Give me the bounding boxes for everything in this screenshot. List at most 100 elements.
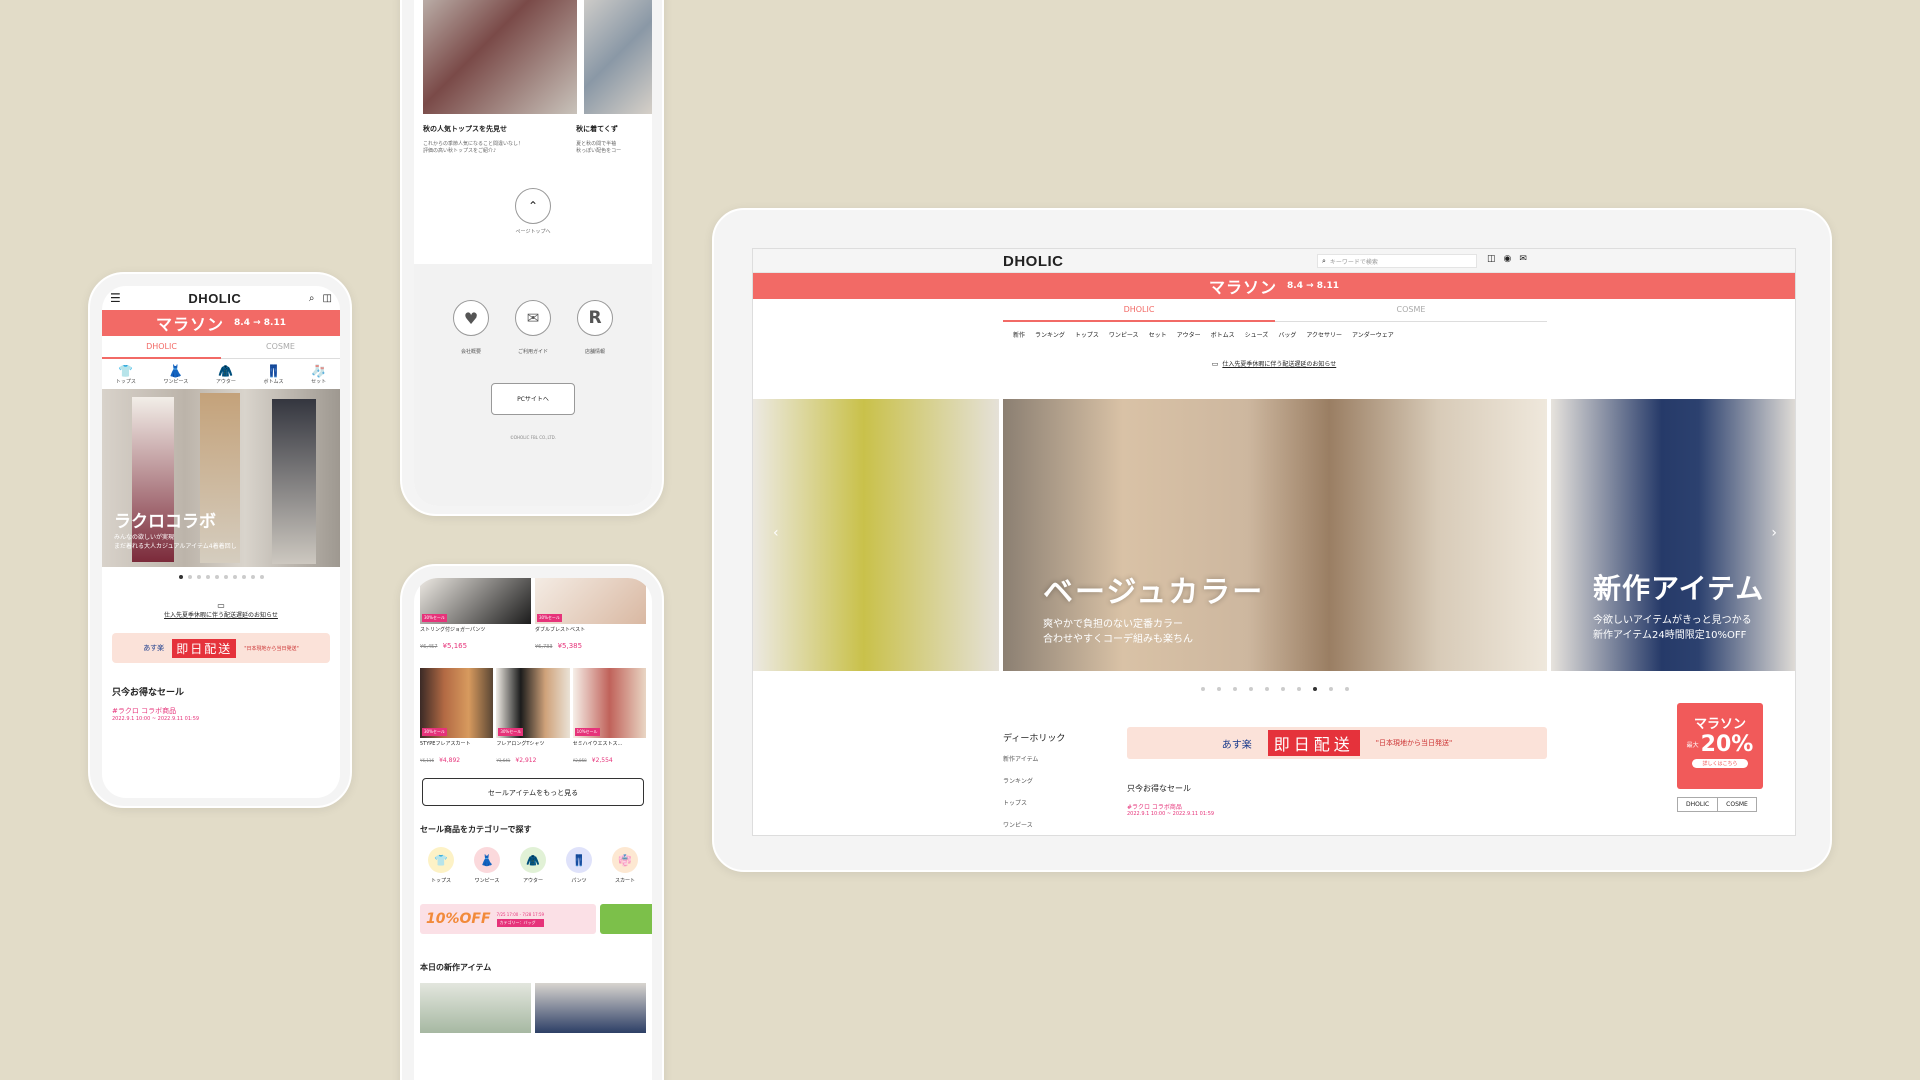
side-link[interactable]: トップス (1003, 798, 1065, 807)
footer-link[interactable]: ✉ ご利用ガイド (515, 300, 551, 355)
pc-site-button[interactable]: PCサイトへ (491, 383, 575, 415)
nav-item[interactable]: トップス (1075, 330, 1099, 339)
sale-category[interactable]: 👖 パンツ (566, 847, 592, 884)
product-image[interactable] (535, 983, 646, 1033)
carousel-dots[interactable] (753, 687, 1795, 691)
tab-dholic[interactable]: DHOLIC (102, 336, 221, 359)
menu-icon[interactable]: ☰ (110, 291, 121, 305)
product-image[interactable]: 10%セール (572, 668, 646, 738)
tab-cosme[interactable]: COSME (1275, 299, 1547, 322)
sale-category[interactable]: 👘 スカート (612, 847, 638, 884)
slide-image[interactable]: ベージュカラー 爽やかで負担のない定番カラー 合わせやすくコーデ組みも楽ちん (1003, 399, 1547, 671)
product-image[interactable]: 30%セール (420, 578, 531, 624)
article-desc: 秋っぽい配色をコー (576, 148, 622, 154)
chevron-right-icon[interactable]: › (1771, 525, 1777, 541)
search-box[interactable]: ⌕ キーワードで検索 (1317, 254, 1477, 268)
hero-subtitle-1: 爽やかで負担のない定番カラー (1043, 619, 1183, 630)
coupon-banner[interactable]: 10%OFF 7/25 17:00 - 7/28 17:59 カテゴリー：バッグ (420, 904, 596, 934)
tab-dholic[interactable]: DHOLIC (1003, 299, 1275, 322)
sale-heading: 只今お得なセール (112, 688, 185, 698)
notice[interactable]: ▭ 仕入先夏季休暇に伴う配送遅延のお知らせ (753, 359, 1795, 369)
side-link[interactable]: ランキング (1003, 776, 1065, 785)
product-image[interactable]: 30%セール (535, 578, 646, 624)
product-card[interactable]: フレアロングTシャツ ¥3,641 ¥2,912 (496, 740, 569, 766)
article-photo[interactable] (584, 0, 652, 114)
nav-item[interactable]: 新作 (1013, 330, 1025, 339)
brand-logo[interactable]: DHOLIC (188, 291, 241, 306)
nav-item[interactable]: ボトムス (1211, 330, 1235, 339)
search-icon[interactable]: ⌕ (309, 293, 315, 304)
product-image[interactable]: 30%セール (496, 668, 570, 738)
product-image[interactable]: 30%セール (420, 668, 494, 738)
product-card[interactable]: 5TYPEフレアスカート ¥6,116 ¥4,892 (420, 740, 493, 766)
chevron-up-icon[interactable]: ⌃ (515, 188, 551, 224)
notice-link[interactable]: 仕入先夏季休暇に伴う配送遅延のお知らせ (1222, 359, 1336, 368)
account-icon[interactable]: ◉ (1504, 254, 1512, 264)
category-item[interactable]: 🧥 アウター (216, 364, 236, 385)
hero-banner[interactable]: ラクロコラボ みんなの欲しいが実現 まだ着れる大人カジュアルアイテム4着着回し (102, 389, 340, 567)
category-item[interactable]: 👗 ワンピース (163, 364, 188, 385)
coat-icon: 🧥 (218, 364, 234, 378)
bag-icon[interactable]: ◫ (323, 293, 332, 304)
tablet-header: DHOLIC ⌕ キーワードで検索 ◫ ◉ ✉ (753, 249, 1795, 273)
notice-link[interactable]: 仕入先夏季休暇に伴う配送遅延のお知らせ (102, 610, 340, 619)
page-top[interactable]: ⌃ ページトップへ (414, 188, 652, 235)
category-item[interactable]: 👕 トップス (116, 364, 136, 385)
hero-subtitle-2: まだ着れる大人カジュアルアイテム4着着回し (114, 543, 237, 550)
product-image[interactable] (420, 983, 531, 1033)
nav-item[interactable]: アンダーウェア (1352, 330, 1394, 339)
category-item[interactable]: 🧦 セット (311, 364, 326, 385)
nav-item[interactable]: セット (1149, 330, 1167, 339)
footer-link[interactable]: ♥ 会社概要 (453, 300, 489, 355)
article-card[interactable]: 秋の人気トップスを先見せ これからの季節人気になること間違いなし！ 評価の高い秋… (423, 124, 570, 154)
tab-cosme[interactable]: COSME (221, 336, 340, 359)
notice[interactable]: ▭ 仕入先夏季休暇に伴う配送遅延のお知らせ (102, 601, 340, 619)
sale-tag[interactable]: #ラクロ コラボ商品 (1127, 802, 1214, 811)
chevron-left-icon[interactable]: ‹ (773, 525, 779, 541)
product-card[interactable]: セミハイウエストス... ¥2,858 ¥2,554 (573, 740, 646, 766)
nav-item[interactable]: バッグ (1278, 330, 1296, 339)
same-day-banner[interactable]: あす楽 即日配送 "日本現地から当日発送" (112, 633, 330, 663)
side-link[interactable]: ワンピース (1003, 820, 1065, 829)
side-link[interactable]: 新作アイテム (1003, 754, 1065, 763)
mail-icon[interactable]: ✉ (1519, 254, 1527, 264)
nav-item[interactable]: シューズ (1245, 330, 1269, 339)
slide-image[interactable] (753, 399, 999, 671)
category-label: アウター (522, 878, 543, 884)
tops-icon: 👕 (428, 847, 454, 873)
same-day-banner[interactable]: あす楽 即日配送 "日本現地から当日発送" (1127, 727, 1547, 759)
switch-cosme[interactable]: COSME (1718, 797, 1757, 812)
article-card[interactable]: 秋に着てくず 夏と秋の間で半袖 秋っぽい配色をコー (576, 124, 643, 154)
footer-link[interactable]: R 店舗情報 (577, 300, 613, 355)
marathon-banner[interactable]: マラソン 8.4 → 8.11 (753, 273, 1795, 299)
category-label: アウター (215, 379, 236, 385)
banner-note: "日本現地から当日発送" (1375, 739, 1453, 747)
nav-item[interactable]: アウター (1177, 330, 1201, 339)
nav-item[interactable]: ランキング (1035, 330, 1065, 339)
sale-tag[interactable]: #ラクロ コラボ商品 (112, 706, 330, 716)
marathon-badge[interactable]: マラソン 最大 20% 詳しくはこちら (1677, 703, 1763, 789)
more-sale-button[interactable]: セールアイテムをもっと見る (422, 778, 644, 806)
phone-mockup-sale: 30%セール 30%セール ストリング付ジョガーパンツ ¥6,457 ¥5,16… (400, 564, 664, 1080)
category-item[interactable]: 👖 ボトムス (263, 364, 283, 385)
store-tabs: DHOLIC COSME (102, 336, 340, 359)
nav-item[interactable]: ワンピース (1109, 330, 1139, 339)
notice-icon: ▭ (1211, 359, 1219, 368)
product-card[interactable]: ダブルブレストベスト ¥6,733 ¥5,385 (535, 626, 646, 652)
marathon-banner[interactable]: マラソン 8.4 → 8.11 (102, 310, 340, 336)
switch-dholic[interactable]: DHOLIC (1677, 797, 1719, 812)
slide-image[interactable]: 新作アイテム 今欲しいアイテムがきっと見つかる 新作アイテム24時間限定10%O… (1551, 399, 1795, 671)
carousel-dots[interactable] (102, 575, 340, 579)
article-photo[interactable] (423, 0, 577, 114)
promo-banner[interactable] (600, 904, 652, 934)
bag-icon[interactable]: ◫ (1487, 254, 1496, 264)
coat-icon: 🧥 (520, 847, 546, 873)
brand-logo[interactable]: DHOLIC (1003, 253, 1064, 270)
badge-button[interactable]: 詳しくはこちら (1692, 759, 1748, 768)
nav-item[interactable]: アクセサリー (1306, 330, 1342, 339)
hero-carousel[interactable]: ベージュカラー 爽やかで負担のない定番カラー 合わせやすくコーデ組みも楽ちん 新… (753, 399, 1795, 671)
sale-category[interactable]: 👕 トップス (428, 847, 454, 884)
sale-category[interactable]: 🧥 アウター (520, 847, 546, 884)
sale-category[interactable]: 👗 ワンピース (474, 847, 500, 884)
product-card[interactable]: ストリング付ジョガーパンツ ¥6,457 ¥5,165 (420, 626, 531, 652)
